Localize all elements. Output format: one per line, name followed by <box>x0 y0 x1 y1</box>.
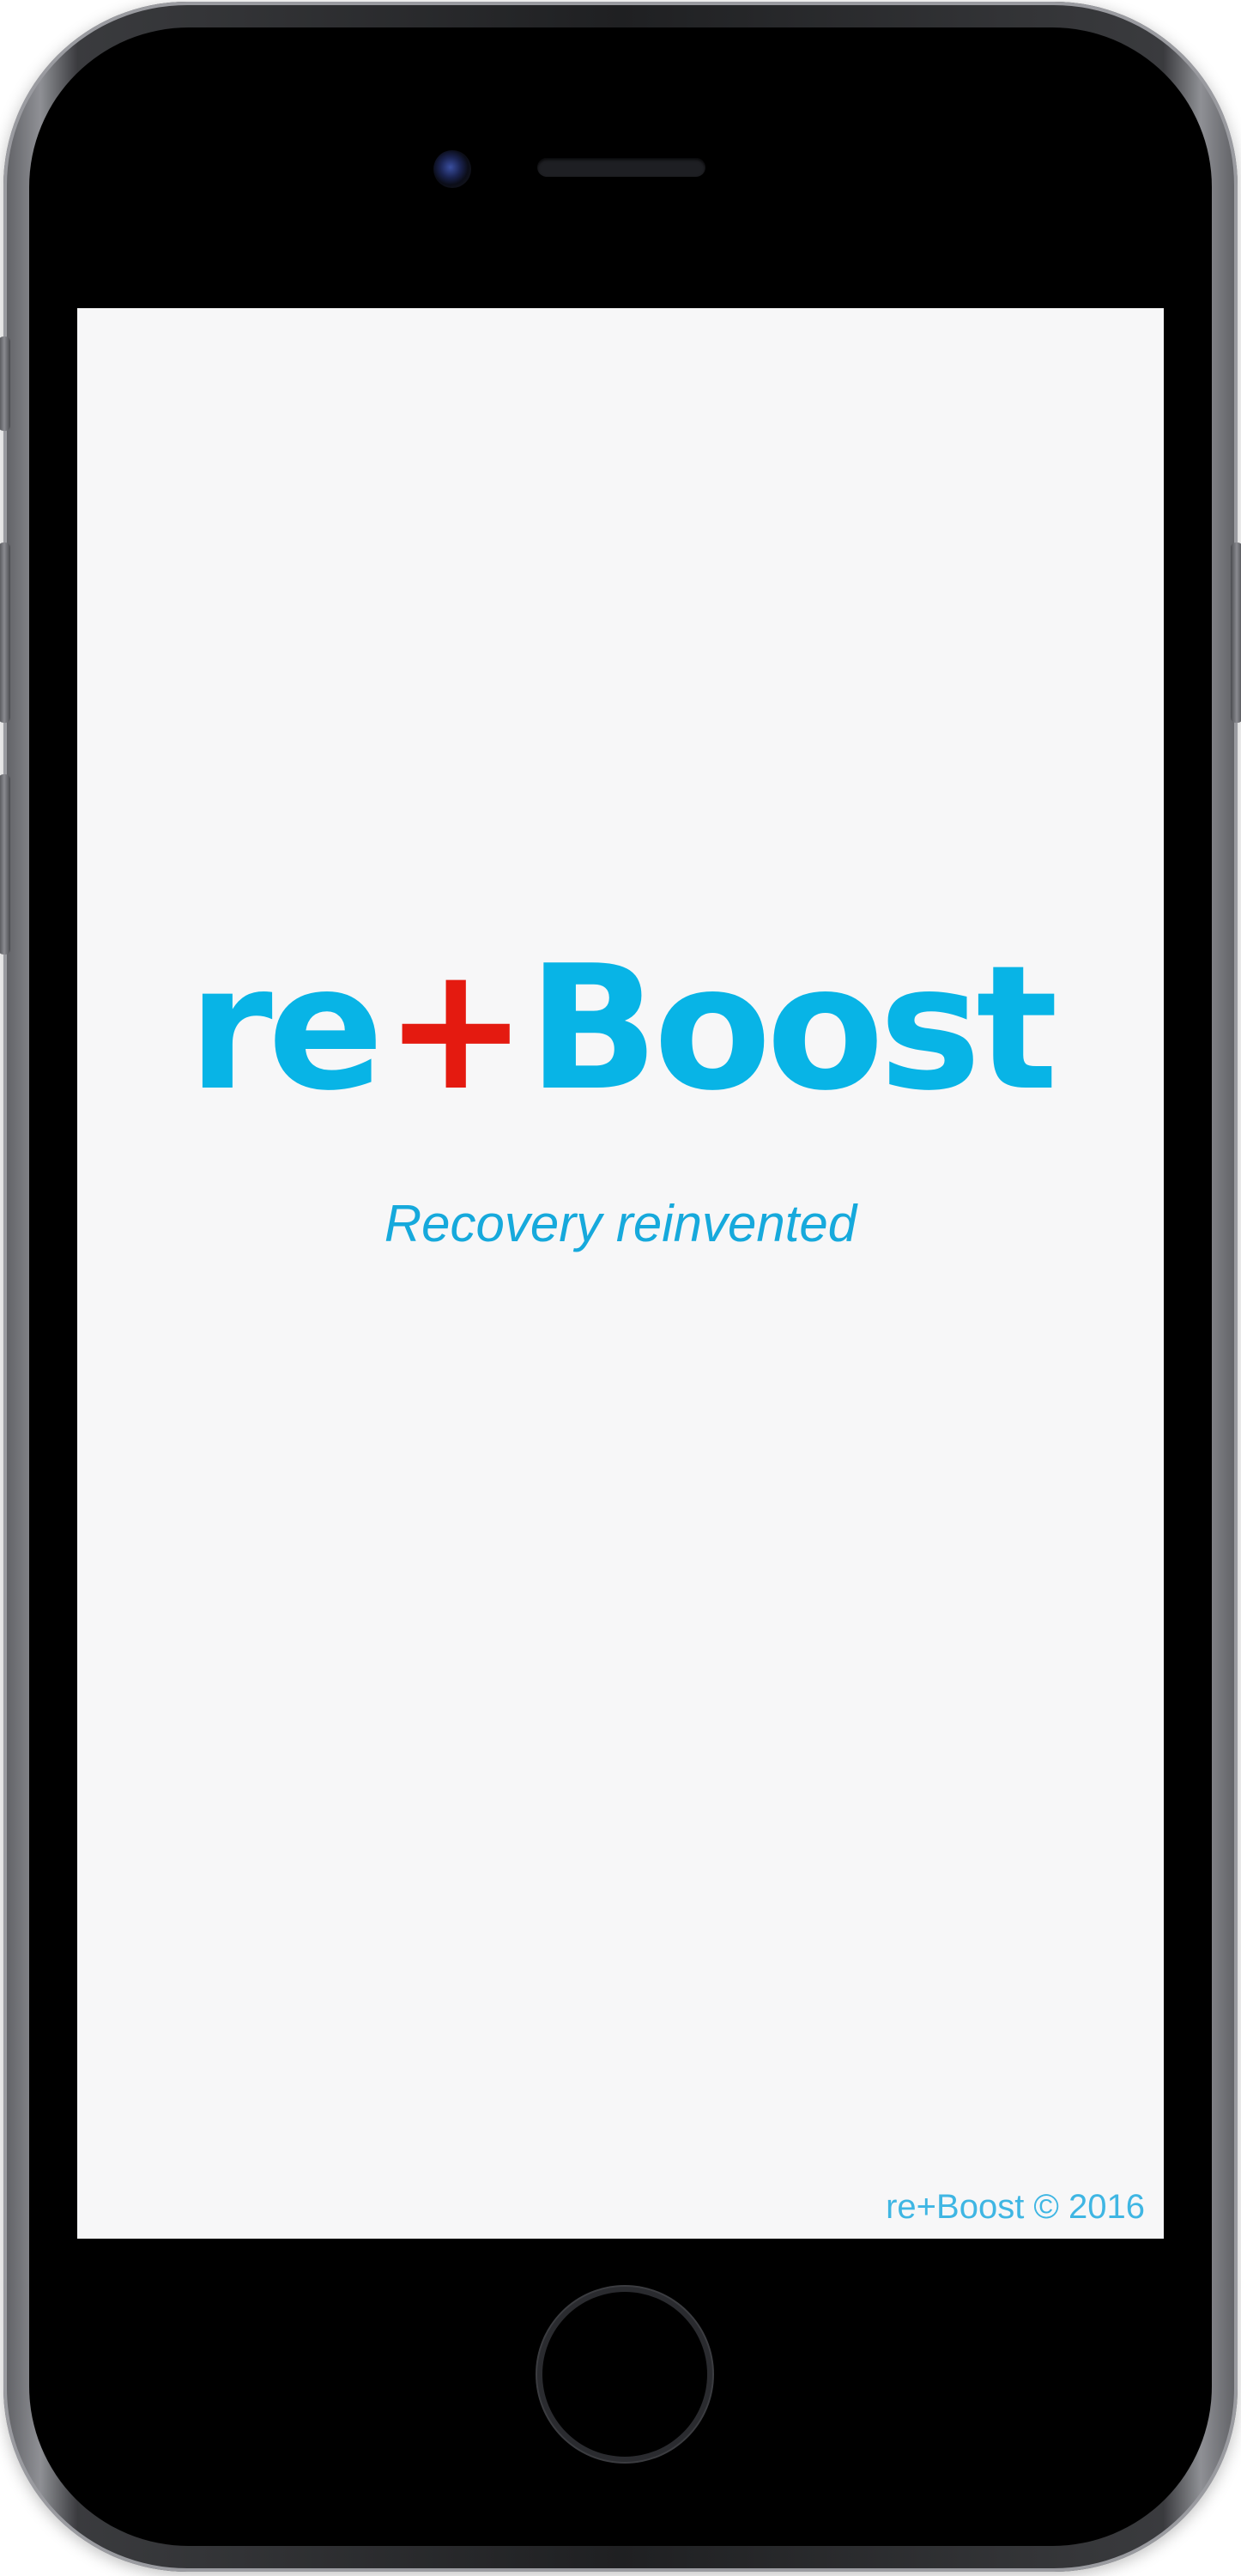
logo-part-boost: Boost <box>527 929 1058 1129</box>
copyright-footer: re+Boost © 2016 <box>886 2188 1145 2226</box>
volume-up-button <box>0 542 10 723</box>
volume-down-button <box>0 774 10 955</box>
earpiece-speaker-icon <box>537 158 705 177</box>
power-button <box>1231 542 1241 723</box>
app-screen: re + Boost Recovery reinvented re+Boost … <box>77 308 1164 2239</box>
app-logo: re + Boost <box>188 943 1058 1115</box>
tagline: Recovery reinvented <box>384 1195 857 1252</box>
mute-switch <box>0 336 10 431</box>
home-button-icon[interactable] <box>542 2292 707 2457</box>
logo-plus-sign: + <box>384 929 528 1129</box>
logo-part-re: re <box>188 929 384 1129</box>
front-camera-icon <box>433 150 471 188</box>
